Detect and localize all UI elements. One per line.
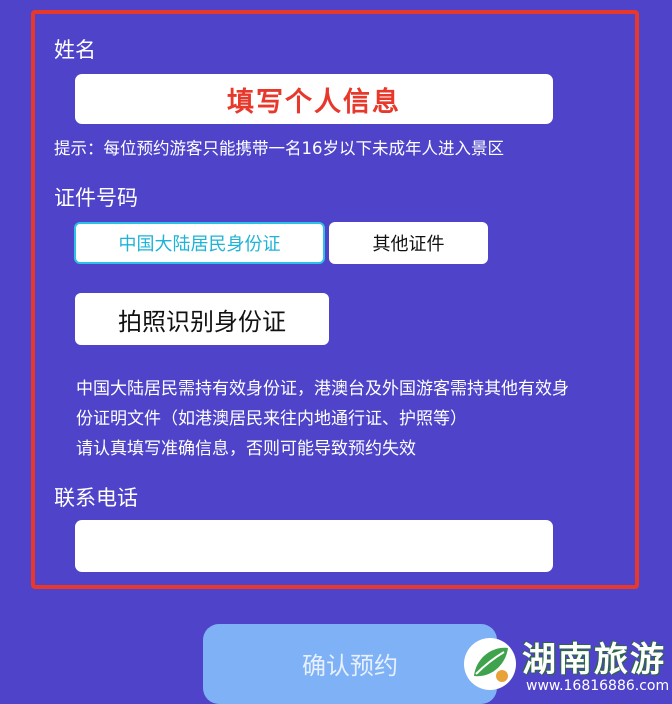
phone-input[interactable] — [75, 520, 553, 572]
watermark: 湖南旅游 www.16816886.com — [456, 632, 672, 704]
id-type-other[interactable]: 其他证件 — [329, 222, 488, 264]
id-note: 中国大陆居民需持有效身份证，港澳台及外国游客需持其他有效身 份证明文件（如港澳居… — [76, 374, 569, 464]
id-type-mainland-label: 中国大陆居民身份证 — [118, 234, 281, 255]
id-note-line: 份证明文件（如港澳居民来往内地通行证、护照等） — [76, 409, 467, 429]
name-input[interactable]: 填写个人信息 — [75, 74, 553, 124]
id-note-line: 中国大陆居民需持有效身份证，港澳台及外国游客需持其他有效身 — [76, 379, 569, 399]
id-type-other-label: 其他证件 — [372, 234, 445, 255]
name-label: 姓名 — [54, 38, 96, 62]
id-type-mainland[interactable]: 中国大陆居民身份证 — [74, 222, 325, 264]
confirm-button[interactable]: 确认预约 — [203, 624, 497, 704]
hint-text: 提示：每位预约游客只能携带一名16岁以下未成年人进入景区 — [54, 139, 504, 158]
id-note-line: 请认真填写准确信息，否则可能导致预约失效 — [76, 439, 416, 459]
watermark-url: www.16816886.com — [526, 678, 670, 694]
confirm-button-label: 确认预约 — [302, 652, 398, 680]
scan-id-label: 拍照识别身份证 — [118, 307, 286, 336]
watermark-text: 湖南旅游 — [522, 640, 666, 680]
scan-id-button[interactable]: 拍照识别身份证 — [75, 293, 329, 345]
leaf-logo-icon — [464, 638, 516, 690]
id-label: 证件号码 — [54, 186, 138, 210]
name-placeholder: 填写个人信息 — [227, 86, 401, 118]
phone-label: 联系电话 — [54, 486, 138, 510]
